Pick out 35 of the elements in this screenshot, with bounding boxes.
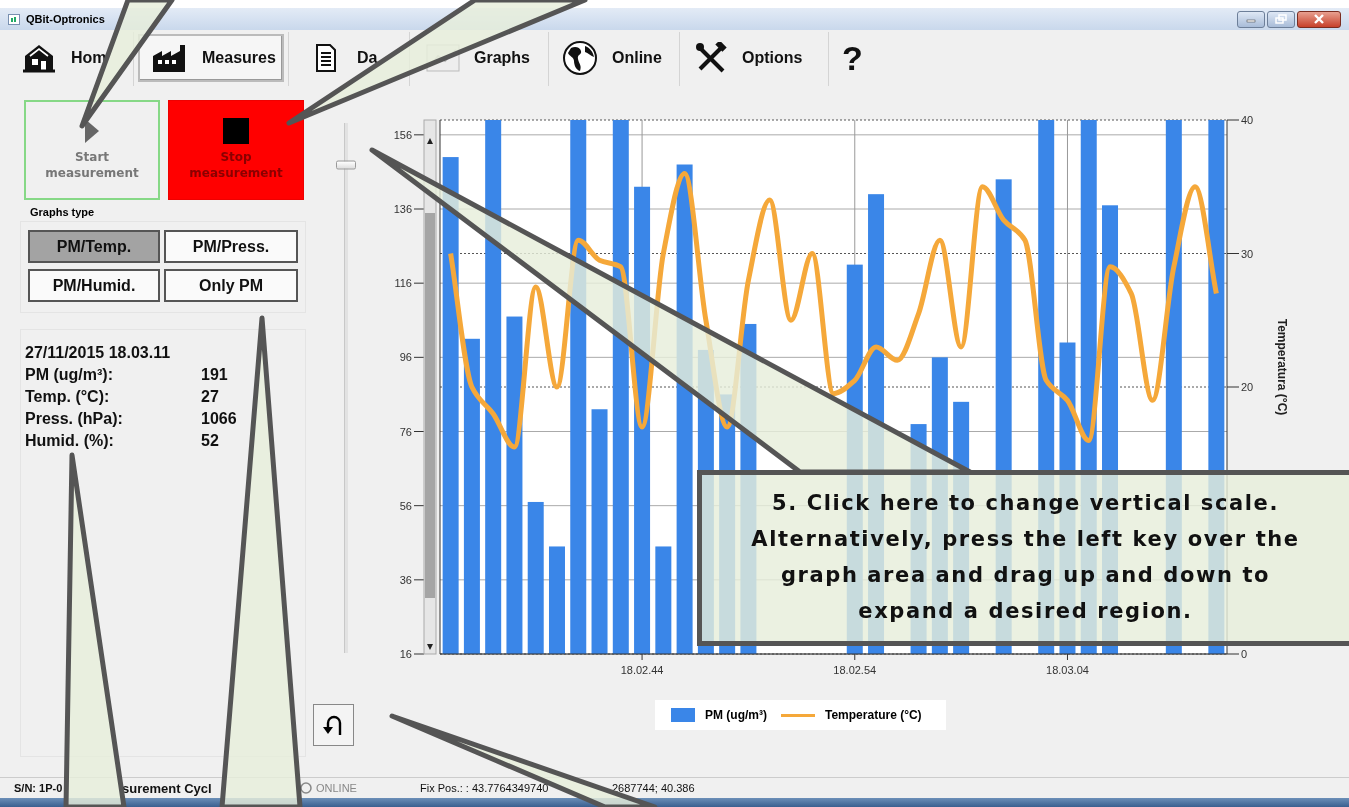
cycle-status: surement Cycl [122, 780, 213, 796]
axis-label: 30 [1241, 247, 1254, 260]
axis-title: Temperatura (°C) [1275, 318, 1289, 416]
fix-position: 2687744; 40.386 [612, 782, 696, 794]
legend-label: PM (ug/m³) [705, 708, 767, 722]
reading-label: Humid. (%): [25, 431, 115, 451]
axis-label: 18.02.54 [833, 664, 877, 676]
axis-label: 18.03.04 [1046, 664, 1089, 676]
fix-position: Fix Pos.: : 43.7764349740 [420, 782, 550, 794]
online-status: ONLINE [316, 782, 357, 794]
reading-value: 52 [201, 431, 220, 451]
window-title: QBit-Optronics [26, 13, 105, 25]
legend-label: Temperature (°C) [825, 708, 922, 722]
callout-note: 5. Click here to change vertical scale. Alternatively, press the left key over the graph area and drag up and down to expand a desired region. [697, 470, 1349, 646]
axis-label: 156 [393, 128, 412, 141]
reading-value: 1066 [201, 409, 238, 429]
reading-label: Press. (hPa): [25, 409, 124, 429]
axis-label: 0 [1241, 648, 1248, 660]
reading-label: Temp. (°C): [25, 387, 111, 407]
axis-label: 96 [399, 351, 412, 364]
axis-label: 16 [399, 648, 412, 660]
axis-label: 40 [1241, 114, 1254, 126]
axis-label: 116 [394, 277, 412, 290]
timestamp: 27/11/2015 18.03.11 [25, 343, 172, 363]
axis-label: 18.02.44 [620, 664, 664, 676]
axis-label: 56 [399, 499, 412, 512]
axis-label: 36 [399, 573, 412, 586]
serial-number: S/N: 1P-0 [14, 782, 64, 794]
axis-label: 136 [393, 203, 412, 215]
axis-label: 20 [1241, 381, 1254, 393]
group-label: Graphs type [29, 206, 96, 218]
axis-label: 76 [399, 425, 412, 438]
reading-value: 191 [201, 365, 229, 385]
reading-value: 27 [201, 387, 220, 407]
reading-label: PM (ug/m³): [25, 365, 114, 385]
